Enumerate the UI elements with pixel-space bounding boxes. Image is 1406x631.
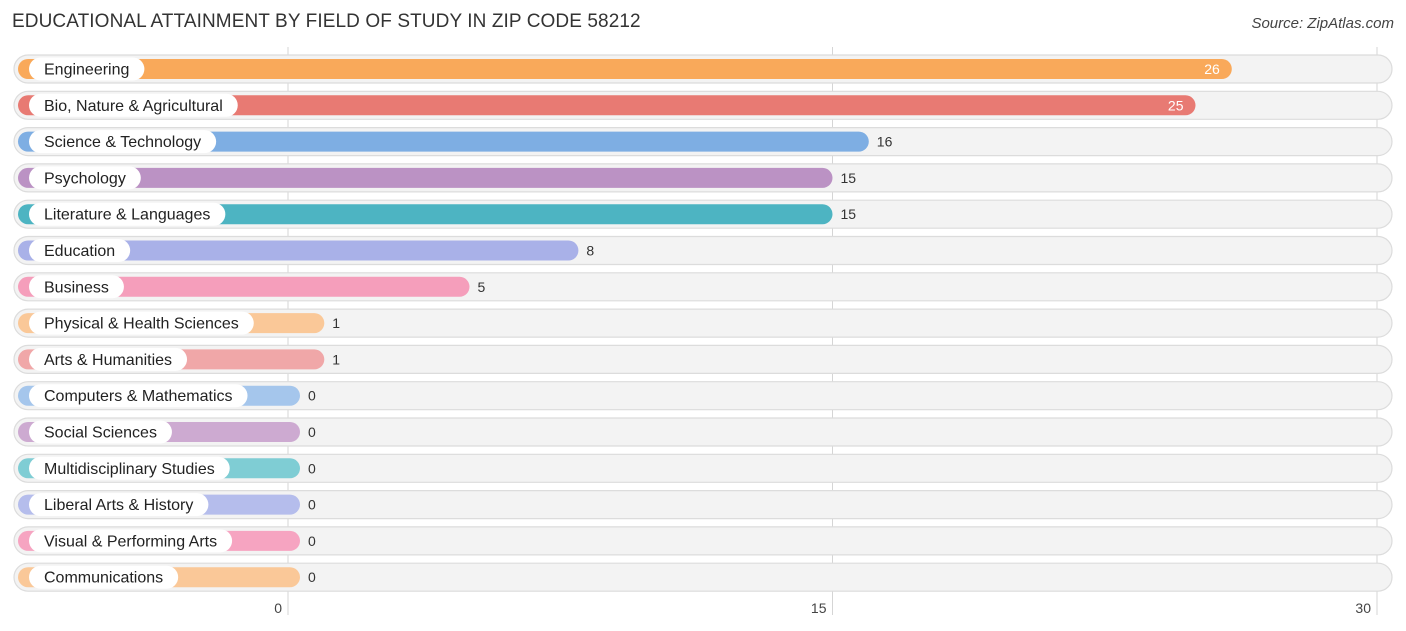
- value-label: 15: [841, 206, 857, 222]
- category-label: Business: [44, 279, 109, 296]
- bar-chart: Engineering 26 Bio, Nature & Agricultural 2…: [13, 47, 1393, 616]
- x-tick-label: 0: [274, 600, 282, 616]
- bar-row: Education 8: [13, 235, 1393, 266]
- bar-row: Social Sciences 0: [13, 417, 1393, 447]
- bar-row: Computers & Mathematics 0: [13, 381, 1393, 411]
- value-label: 15: [841, 170, 857, 186]
- bar-row: Business 5: [13, 272, 1393, 302]
- bar-row: Literature & Languages 15: [13, 199, 1393, 229]
- category-label: Literature & Languages: [44, 207, 210, 224]
- category-label: Social Sciences: [44, 425, 157, 442]
- value-label: 8: [586, 243, 594, 259]
- category-label: Liberal Arts & History: [44, 497, 193, 514]
- category-label: Science & Technology: [44, 134, 201, 151]
- category-label: Multidisciplinary Studies: [44, 461, 215, 478]
- bar-row: Bio, Nature & Agricultural 25: [13, 90, 1393, 120]
- value-label: 0: [308, 569, 316, 585]
- bar-row: Science & Technology 16: [13, 126, 1393, 157]
- value-label: 26: [1204, 61, 1220, 77]
- bar-row: Liberal Arts & History 0: [13, 490, 1393, 520]
- bar-row: Engineering 26: [13, 54, 1393, 84]
- value-label: 5: [478, 279, 486, 295]
- value-label: 1: [332, 315, 340, 331]
- x-axis-ticks: 0 15 30: [274, 600, 1371, 616]
- category-label: Education: [44, 243, 115, 260]
- bar-row: Psychology 15: [13, 163, 1393, 193]
- rows-layer: Engineering 26 Bio, Nature & Agricultural 2…: [13, 54, 1393, 592]
- x-tick-label: 15: [811, 600, 827, 616]
- value-label: 0: [308, 533, 316, 549]
- category-label: Computers & Mathematics: [44, 388, 233, 405]
- category-label: Engineering: [44, 62, 129, 79]
- bar-row: Arts & Humanities 1: [13, 344, 1393, 374]
- category-label: Psychology: [44, 170, 126, 187]
- value-label: 0: [308, 460, 316, 476]
- value-label: 0: [308, 424, 316, 440]
- category-label: Arts & Humanities: [44, 352, 172, 369]
- category-label: Physical & Health Sciences: [44, 316, 239, 333]
- x-tick-label: 30: [1355, 600, 1371, 616]
- bar[interactable]: [18, 59, 1232, 79]
- value-label: 16: [877, 134, 893, 150]
- bar-row: Communications 0: [13, 562, 1393, 592]
- value-label: 1: [332, 351, 340, 367]
- bar-row: Multidisciplinary Studies 0: [13, 453, 1393, 483]
- category-label: Visual & Performing Arts: [44, 533, 217, 550]
- bar-row: Physical & Health Sciences 1: [13, 308, 1393, 338]
- bar-row: Visual & Performing Arts 0: [13, 526, 1393, 556]
- value-label: 0: [308, 388, 316, 404]
- value-label: 25: [1168, 97, 1184, 113]
- value-label: 0: [308, 497, 316, 513]
- category-label: Communications: [44, 570, 163, 587]
- category-label: Bio, Nature & Agricultural: [44, 98, 223, 115]
